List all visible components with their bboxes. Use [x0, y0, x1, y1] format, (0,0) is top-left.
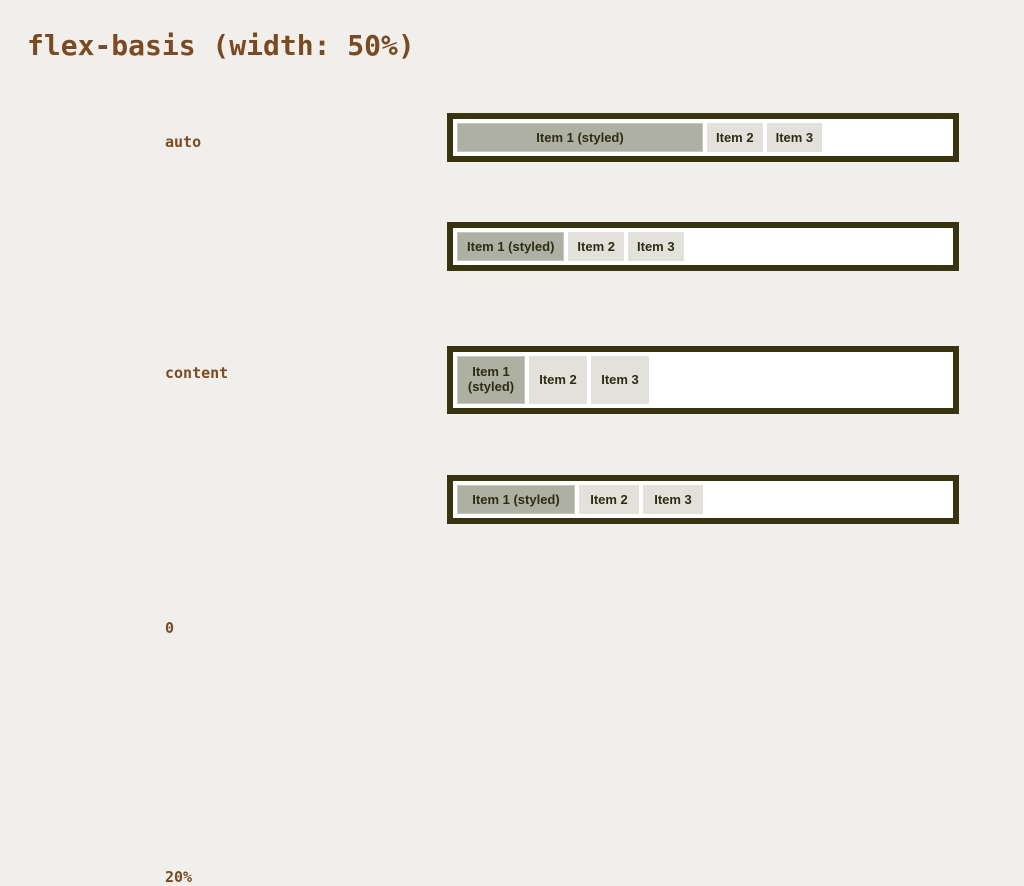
flex-item-2: Item 2	[707, 123, 763, 152]
flex-item-1: Item 1 (styled)	[457, 232, 565, 261]
flex-item-1: Item 1 (styled)	[457, 485, 575, 514]
slide-root: flex-basis (width: 50%) auto Item 1 (sty…	[0, 0, 1024, 886]
flex-container-auto: Item 1 (styled) Item 2 Item 3	[447, 113, 959, 162]
flex-container-zero: Item 1 (styled) Item 2 Item 3	[447, 346, 959, 414]
flex-item-2: Item 2	[568, 232, 624, 261]
flex-item-3: Item 3	[628, 232, 684, 261]
flex-container-percent: Item 1 (styled) Item 2 Item 3	[447, 475, 959, 524]
flex-item-1: Item 1 (styled)	[457, 123, 703, 152]
flex-item-3: Item 3	[766, 123, 823, 152]
row-label-percent: 20%	[165, 868, 193, 886]
flex-item-2: Item 2	[579, 485, 639, 514]
demo-row-percent: 20% Item 1 (styled) Item 2 Item 3	[0, 475, 1024, 886]
demo-row-zero: 0 Item 1 (styled) Item 2 Item 3	[0, 346, 1024, 637]
demo-row-auto: auto Item 1 (styled) Item 2 Item 3	[0, 113, 1024, 169]
row-label-zero: 0	[165, 619, 175, 637]
page-title: flex-basis (width: 50%)	[27, 29, 415, 62]
flex-item-2: Item 2	[529, 356, 587, 404]
row-label-auto: auto	[165, 133, 202, 151]
demo-row-content: content Item 1 (styled) Item 2 Item 3	[0, 222, 1024, 382]
flex-item-1: Item 1 (styled)	[457, 356, 525, 404]
flex-item-3: Item 3	[591, 356, 649, 404]
flex-item-3: Item 3	[643, 485, 703, 514]
flex-container-content: Item 1 (styled) Item 2 Item 3	[447, 222, 959, 271]
